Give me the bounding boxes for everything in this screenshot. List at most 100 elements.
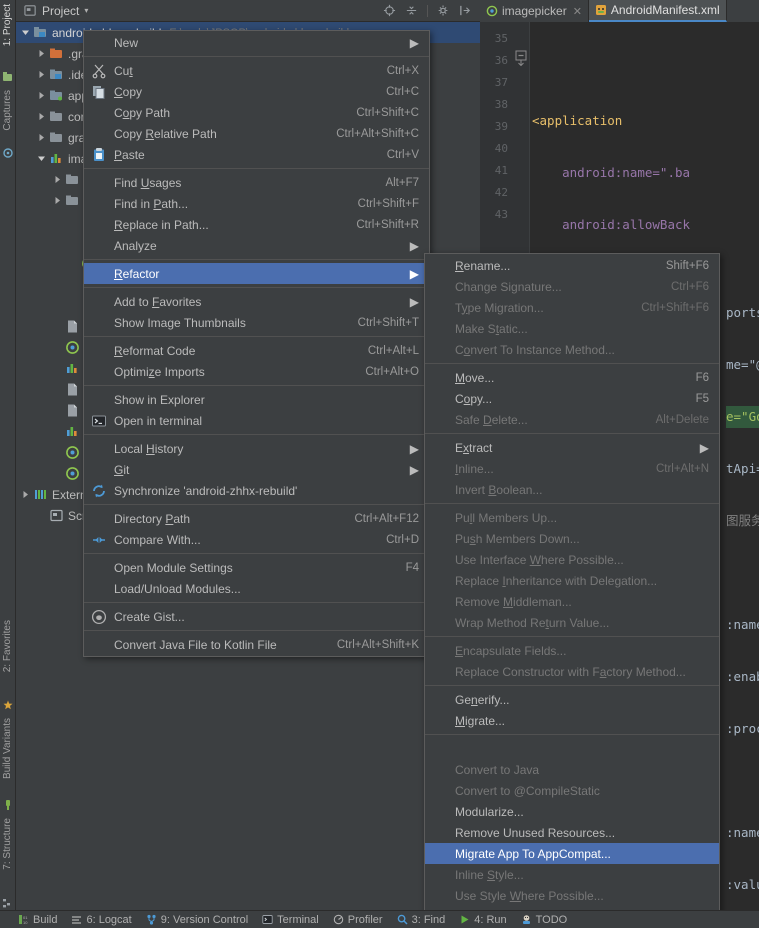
status-item-run[interactable]: 4: Run xyxy=(459,913,507,926)
code-fragments-column: portsR me="@s e="Go tApi=" 图服务 :name= :e… xyxy=(726,272,759,918)
menu-item-label: Remove Middleman... xyxy=(455,594,572,609)
menu-item-convert-java-to-kotlin[interactable]: Convert Java File to Kotlin File Ctrl+Al… xyxy=(84,634,429,655)
menu-item-remove-unused-resources[interactable]: Modularize... xyxy=(425,801,719,822)
menu-item-cut[interactable]: Cut Ctrl+X xyxy=(84,60,429,81)
chevron-right-icon[interactable] xyxy=(36,111,47,122)
project-context-menu[interactable]: New ▶ Cut Ctrl+X Copy Ctrl+C Copy Path C… xyxy=(83,30,430,657)
menu-item-analyze[interactable]: Analyze ▶ xyxy=(84,235,429,256)
chevron-right-icon[interactable] xyxy=(36,48,47,59)
scratches-icon xyxy=(50,509,63,522)
menu-item-change-signature: Change Signature... Ctrl+F6 xyxy=(425,276,719,297)
tab-imagepicker[interactable]: imagepicker ✕ xyxy=(480,0,589,22)
menu-item-label: Cut xyxy=(114,63,133,78)
locate-icon[interactable] xyxy=(383,4,396,17)
menu-item-label: Convert To Instance Method... xyxy=(455,342,615,357)
menu-item-accelerator: F4 xyxy=(405,561,419,574)
menu-item-compare-with[interactable]: Compare With... Ctrl+D xyxy=(84,529,429,550)
settings-gear-icon[interactable] xyxy=(437,4,450,17)
menu-item-migrate-to-androidx[interactable]: Migrate App To AppCompat... xyxy=(425,843,719,864)
captures-icon xyxy=(3,148,13,158)
gradle-module-icon xyxy=(51,154,61,163)
todo-icon xyxy=(522,915,530,924)
status-item-build[interactable]: 01 10 Build xyxy=(18,914,57,926)
hide-icon[interactable] xyxy=(459,4,472,17)
rail-item-label: Build Variants xyxy=(2,718,13,779)
menu-item-migrate[interactable]: Migrate... xyxy=(425,710,719,731)
chevron-right-icon[interactable] xyxy=(20,489,31,500)
menu-item-open-in-terminal[interactable]: Open in terminal xyxy=(84,410,429,431)
menu-item-local-history[interactable]: Local History ▶ xyxy=(84,438,429,459)
menu-item-generify[interactable]: Generify... xyxy=(425,689,719,710)
menu-item-label: Convert to Java xyxy=(455,762,540,777)
menu-item-synchronize[interactable]: Synchronize 'android-zhhx-rebuild' xyxy=(84,480,429,501)
chevron-right-icon[interactable] xyxy=(36,90,47,101)
menu-item-load-unload-modules[interactable]: Load/Unload Modules... xyxy=(84,578,429,599)
tab-androidmanifest[interactable]: AndroidManifest.xml xyxy=(588,0,727,22)
chevron-right-icon[interactable] xyxy=(52,174,63,185)
menu-item-copy-path[interactable]: Copy Path Ctrl+Shift+C xyxy=(84,102,429,123)
menu-separator xyxy=(425,503,719,504)
menu-item-find-usages[interactable]: Find Usages Alt+F7 xyxy=(84,172,429,193)
project-title-button[interactable]: Project ▾ xyxy=(24,4,88,18)
menu-item-extract[interactable]: Extract ▶ xyxy=(425,437,719,458)
chevron-down-icon[interactable] xyxy=(20,27,31,38)
menu-item-migrate-app-to-appcompat[interactable]: Remove Unused Resources... xyxy=(425,822,719,843)
menu-item-reformat-code[interactable]: Reformat Code Ctrl+Alt+L xyxy=(84,340,429,361)
menu-item-replace-in-path[interactable]: Replace in Path... Ctrl+Shift+R xyxy=(84,214,429,235)
external-libs-icon xyxy=(35,490,46,499)
rail-item-favorites[interactable]: 2: Favorites xyxy=(0,620,16,672)
code-fragment: :name= xyxy=(726,825,759,840)
close-icon[interactable]: ✕ xyxy=(573,5,582,18)
menu-item-git[interactable]: Git ▶ xyxy=(84,459,429,480)
chevron-right-icon[interactable] xyxy=(52,195,63,206)
menu-item-convert-to-compilestatic: Convert to Java xyxy=(425,759,719,780)
menu-item-label: Generify... xyxy=(455,692,510,707)
status-item-terminal[interactable]: Terminal xyxy=(262,914,319,926)
status-item-logcat[interactable]: 6: Logcat xyxy=(71,914,132,926)
menu-item-rename[interactable]: Rename... Shift+F6 xyxy=(425,255,719,276)
menu-item-open-module-settings[interactable]: Open Module Settings F4 xyxy=(84,557,429,578)
menu-item-move[interactable]: Move... F6 xyxy=(425,367,719,388)
menu-item-new[interactable]: New ▶ xyxy=(84,32,429,53)
chevron-right-icon[interactable] xyxy=(36,69,47,80)
rail-item-structure[interactable]: 7: Structure xyxy=(0,818,16,870)
menu-item-show-in-explorer[interactable]: Show in Explorer xyxy=(84,389,429,410)
menu-item-optimize-imports[interactable]: Optimize Imports Ctrl+Alt+O xyxy=(84,361,429,382)
menu-item-paste[interactable]: Paste Ctrl+V xyxy=(84,144,429,165)
menu-item-create-gist[interactable]: Create Gist... xyxy=(84,606,429,627)
status-item-label: 4: Run xyxy=(474,913,507,926)
status-item-label: Terminal xyxy=(277,913,319,926)
rail-item-label: 2: Favorites xyxy=(2,620,13,673)
status-item-find[interactable]: 3: Find xyxy=(397,914,445,926)
menu-item-copy-relative-path[interactable]: Copy Relative Path Ctrl+Alt+Shift+C xyxy=(84,123,429,144)
refactor-submenu[interactable]: Rename... Shift+F6 Change Signature... C… xyxy=(424,253,720,928)
rail-item-captures[interactable]: Captures xyxy=(0,90,16,131)
menu-item-copy[interactable]: Copy Ctrl+C xyxy=(84,81,429,102)
folder-module-icon xyxy=(50,69,62,79)
chevron-down-icon[interactable] xyxy=(36,153,47,164)
menu-item-find-in-path[interactable]: Find in Path... Ctrl+Shift+F xyxy=(84,193,429,214)
menu-item-copy[interactable]: Copy... F5 xyxy=(425,388,719,409)
status-item-profiler[interactable]: Profiler xyxy=(333,914,383,926)
menu-item-show-image-thumbnails[interactable]: Show Image Thumbnails Ctrl+Shift+T xyxy=(84,312,429,333)
submenu-arrow-icon: ▶ xyxy=(409,462,419,477)
rail-item-project[interactable]: 1: Project xyxy=(0,4,16,46)
menu-item-add-to-favorites[interactable]: Add to Favorites ▶ xyxy=(84,291,429,312)
menu-item-refactor[interactable]: Refactor ▶ xyxy=(84,263,429,284)
fold-collapse-icon[interactable] xyxy=(514,50,528,66)
menu-separator xyxy=(425,685,719,686)
status-item-todo[interactable]: TODO xyxy=(521,914,567,926)
menu-item-label: Type Migration... xyxy=(455,300,544,315)
status-item-version-control[interactable]: 9: Version Control xyxy=(146,914,248,926)
menu-item-directory-path[interactable]: Directory Path Ctrl+Alt+F12 xyxy=(84,508,429,529)
menu-item-label: Remove Unused Resources... xyxy=(455,825,616,840)
menu-item-push-members-down: Push Members Down... xyxy=(425,528,719,549)
tool-window-rail: 1: Project Captures 2: Favorites Build V… xyxy=(0,0,16,928)
chevron-right-icon[interactable] xyxy=(36,132,47,143)
rail-item-build-variants[interactable]: Build Variants xyxy=(0,718,16,779)
menu-item-replace-constructor-with-factory-method: Replace Constructor with Factory Method.… xyxy=(425,661,719,682)
collapse-all-icon[interactable] xyxy=(405,4,418,17)
menu-item-label: Use Style Where Possible... xyxy=(455,888,604,903)
menu-item-accelerator: Ctrl+Shift+T xyxy=(357,316,419,329)
